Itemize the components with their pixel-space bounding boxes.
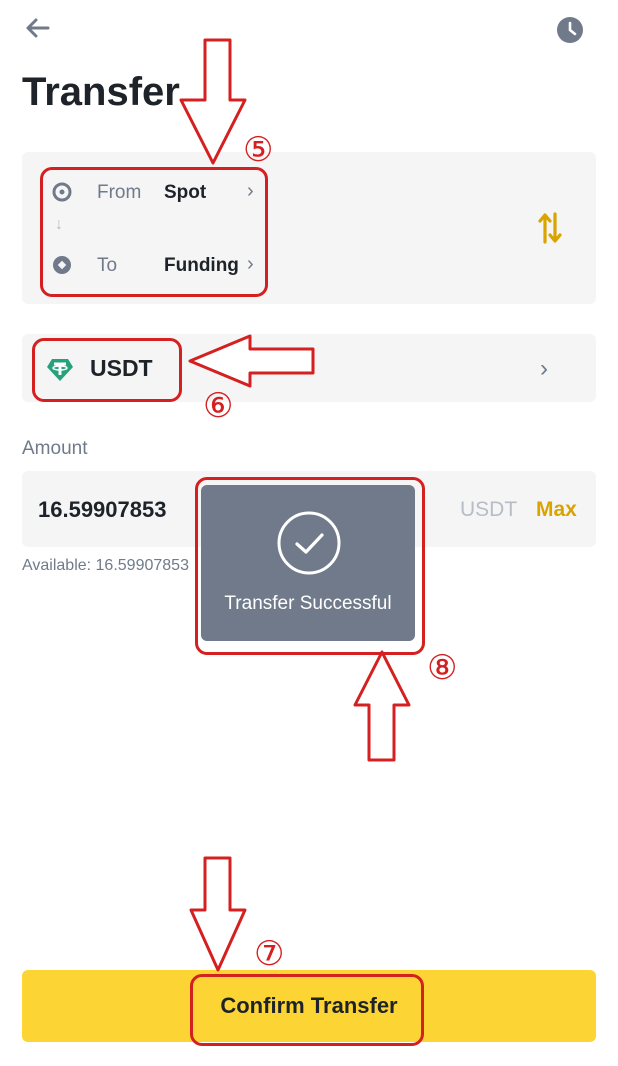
annotation-arrow-left [188, 334, 315, 388]
annotation-arrows [179, 38, 411, 972]
annotation-step-7: ⑦ [254, 934, 285, 974]
annotation-step-6: ⑥ [203, 386, 234, 426]
annotation-arrow-down-2 [189, 856, 247, 972]
annotation-arrow-down-1 [179, 38, 247, 165]
annotation-step-5: ⑤ [243, 130, 274, 170]
annotation-arrow-up [353, 650, 411, 762]
annotation-step-8: ⑧ [427, 648, 458, 688]
